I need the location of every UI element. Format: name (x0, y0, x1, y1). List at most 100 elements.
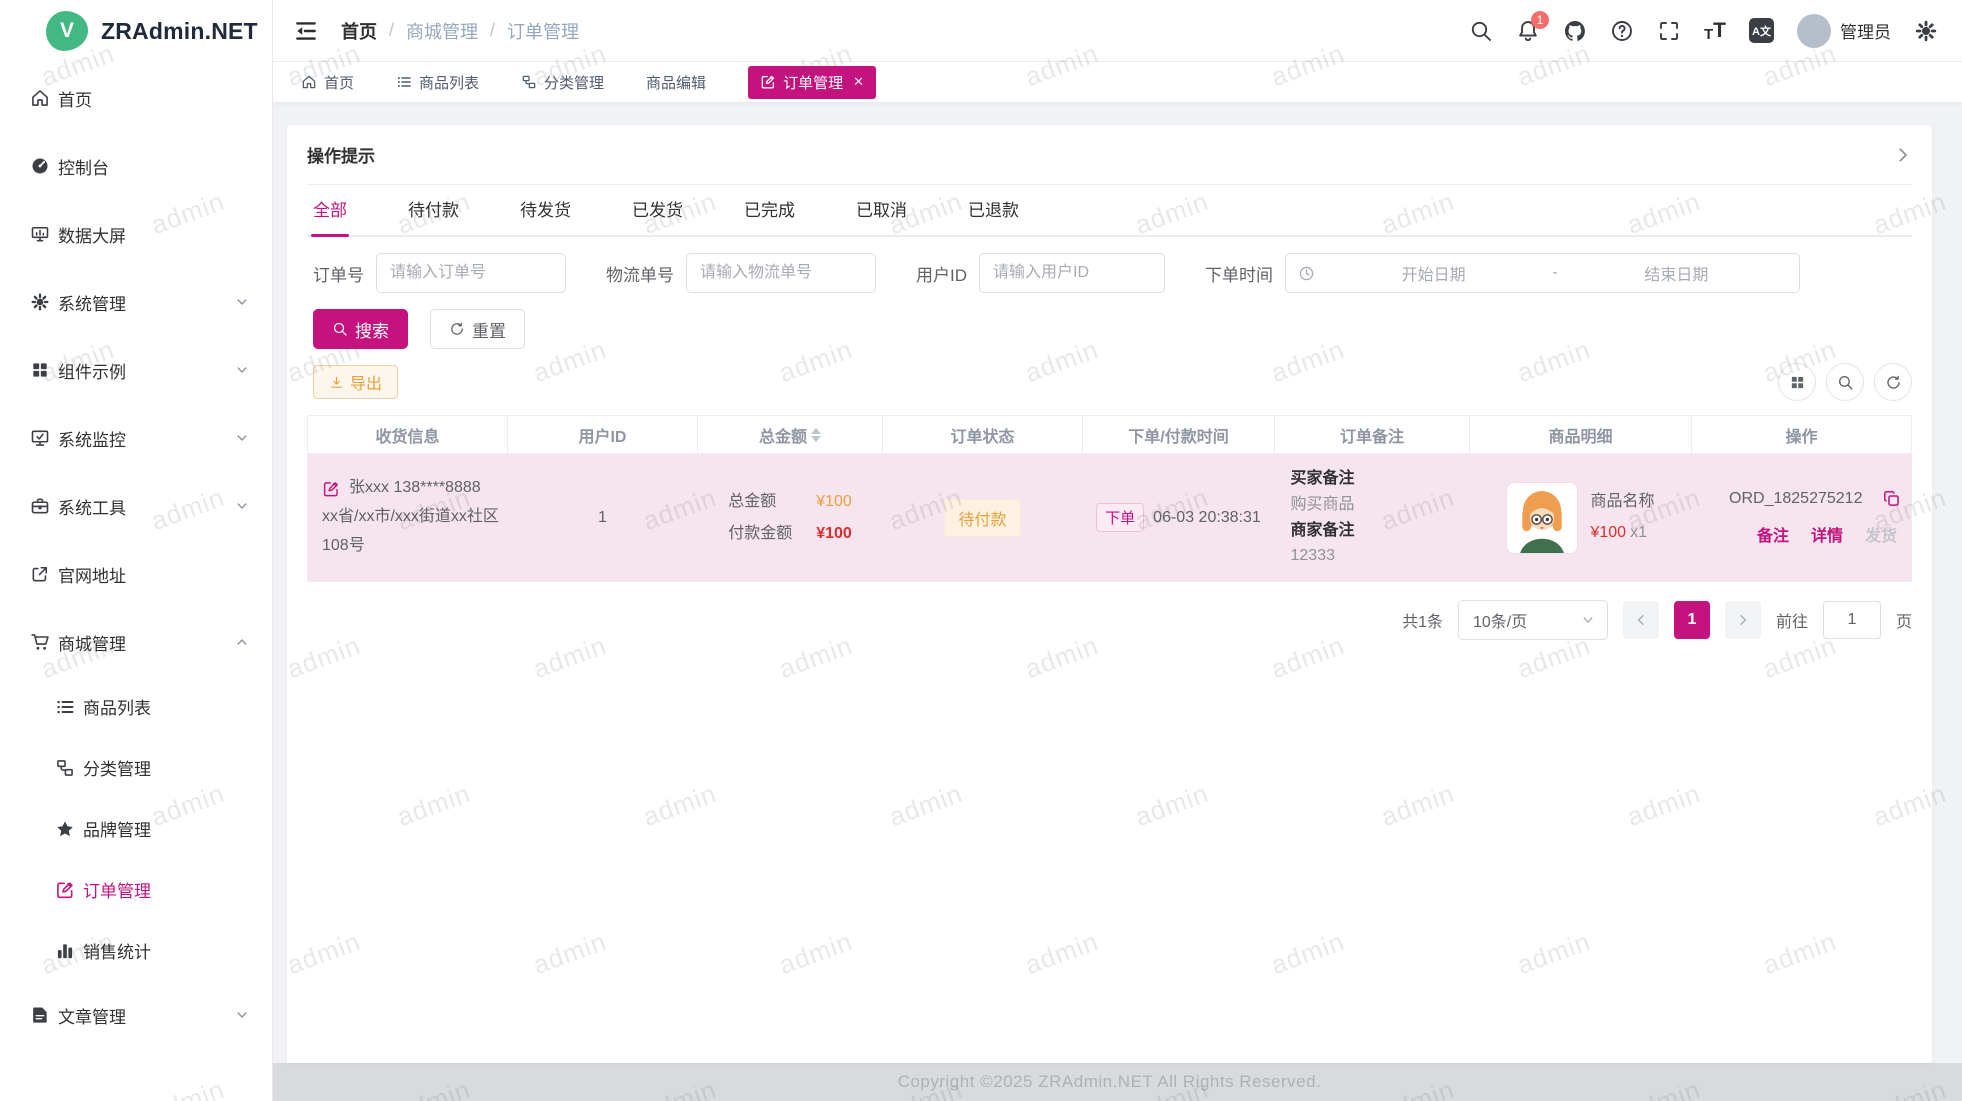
tab-label: 分类管理 (544, 72, 604, 93)
sidebar-item-website[interactable]: 官网地址 (0, 540, 272, 608)
header-amount-label: 总金额 (759, 423, 807, 447)
receiver-edit-icon[interactable] (322, 480, 340, 498)
tips-panel[interactable]: 操作提示 (307, 125, 1912, 185)
sidebar-item-product-list[interactable]: 商品列表 (0, 676, 272, 737)
status-tab-shipped[interactable]: 已发货 (630, 196, 685, 235)
user-id-input[interactable] (979, 253, 1165, 293)
header-user-id: 用户ID (508, 416, 698, 454)
help-icon[interactable] (1610, 19, 1634, 43)
amount-cell: 总金额¥100 付款金额¥100 (728, 486, 852, 550)
sidebar-item-label: 系统工具 (58, 494, 126, 519)
status-tab-all[interactable]: 全部 (311, 196, 349, 235)
detail-action-link[interactable]: 详情 (1811, 522, 1843, 546)
paid-label: 付款金额 (728, 518, 816, 550)
sidebar-item-console[interactable]: 控制台 (0, 132, 272, 200)
close-tab-icon[interactable]: ✕ (853, 74, 864, 90)
product-image[interactable] (1506, 482, 1578, 554)
sidebar-item-order-mgmt[interactable]: 订单管理 (0, 859, 272, 920)
status-badge: 待付款 (944, 499, 1020, 537)
search-button[interactable]: 搜索 (313, 309, 408, 349)
sidebar-item-home[interactable]: 首页 (0, 64, 272, 132)
status-tab-unshipped[interactable]: 待发货 (518, 196, 573, 235)
tab-label: 订单管理 (783, 72, 843, 93)
page-size-select[interactable]: 10条/页 (1458, 600, 1608, 640)
pagination-total: 共1条 (1402, 608, 1443, 632)
sidebar-item-tools[interactable]: 系统工具 (0, 472, 272, 540)
font-size-icon[interactable]: TT (1704, 19, 1726, 43)
chevron-down-icon (232, 431, 252, 445)
chevron-down-icon (232, 295, 252, 309)
app-logo: V ZRAdmin.NET (0, 0, 272, 62)
home-icon (30, 88, 50, 108)
tab-label: 商品编辑 (646, 72, 706, 93)
status-tab-completed[interactable]: 已完成 (742, 196, 797, 235)
chevron-down-icon (232, 1008, 252, 1022)
goto-page-input[interactable] (1823, 601, 1881, 639)
sidebar-item-monitor[interactable]: 系统监控 (0, 404, 272, 472)
table-row[interactable]: 张xxx 138****8888 xx省/xx市/xxx街道xx社区108号 1… (308, 454, 1912, 582)
tab-product-list[interactable]: 商品列表 (396, 72, 479, 93)
tab-home[interactable]: 首页 (301, 72, 354, 93)
breadcrumb-home[interactable]: 首页 (341, 18, 377, 44)
sidebar-item-label: 系统管理 (58, 290, 126, 315)
tab-product-edit[interactable]: 商品编辑 (646, 72, 706, 93)
date-range-picker[interactable]: 开始日期 - 结束日期 (1285, 253, 1800, 293)
sidebar-item-brand-mgmt[interactable]: 品牌管理 (0, 798, 272, 859)
settings-gear-icon[interactable] (1914, 19, 1938, 43)
menu-fold-icon[interactable] (293, 18, 319, 44)
column-settings-button[interactable] (1778, 363, 1816, 401)
prev-page-button[interactable] (1623, 601, 1659, 639)
notifications-button[interactable]: 1 (1516, 19, 1540, 43)
sidebar-item-label: 销售统计 (83, 938, 151, 963)
order-no-input[interactable] (376, 253, 566, 293)
filter-actions: 搜索 重置 (307, 309, 1912, 349)
language-icon[interactable]: A文 (1749, 18, 1774, 43)
tab-category-mgmt[interactable]: 分类管理 (521, 72, 604, 93)
status-tab-refunded[interactable]: 已退款 (966, 196, 1021, 235)
sidebar-item-datascreen[interactable]: 数据大屏 (0, 200, 272, 268)
user-menu[interactable]: 管理员 (1797, 14, 1891, 48)
end-date-placeholder: 结束日期 (1566, 261, 1787, 285)
header-amount[interactable]: 总金额 (698, 416, 883, 454)
sidebar-item-system-mgmt[interactable]: 系统管理 (0, 268, 272, 336)
refresh-icon (1885, 374, 1902, 391)
header-actions: 操作 (1692, 416, 1912, 454)
export-button[interactable]: 导出 (313, 365, 398, 399)
seller-remark-label: 商家备注 (1291, 518, 1470, 544)
reset-button[interactable]: 重置 (430, 309, 525, 349)
remark-action-link[interactable]: 备注 (1757, 522, 1789, 546)
sidebar-item-components[interactable]: 组件示例 (0, 336, 272, 404)
sidebar-item-article-mgmt[interactable]: 文章管理 (0, 981, 272, 1049)
status-tab-unpaid[interactable]: 待付款 (406, 196, 461, 235)
copyright-text: Copyright ©2025 ZRAdmin.NET All Rights R… (287, 1072, 1932, 1092)
sidebar-item-mall-mgmt[interactable]: 商城管理 (0, 608, 272, 676)
breadcrumb-order[interactable]: 订单管理 (507, 18, 579, 44)
search-icon[interactable] (1469, 19, 1493, 43)
grid-icon (1789, 374, 1806, 391)
breadcrumb-mall[interactable]: 商城管理 (406, 18, 478, 44)
table-search-button[interactable] (1826, 363, 1864, 401)
search-icon (332, 321, 348, 337)
remarks-cell: 买家备注 购买商品 商家备注 12333 (1275, 466, 1470, 568)
header-actions: 1 TT A文 管理员 (1469, 14, 1938, 48)
sidebar-item-sales-stats[interactable]: 销售统计 (0, 920, 272, 981)
github-icon[interactable] (1563, 19, 1587, 43)
chevron-right-icon[interactable] (1894, 146, 1912, 164)
tracking-no-input[interactable] (686, 253, 876, 293)
current-page-button[interactable]: 1 (1674, 601, 1710, 639)
table-refresh-button[interactable] (1874, 363, 1912, 401)
next-page-button[interactable] (1725, 601, 1761, 639)
footer: Copyright ©2025 ZRAdmin.NET All Rights R… (273, 1063, 1962, 1101)
chevron-down-icon (232, 363, 252, 377)
copy-icon[interactable] (1882, 489, 1901, 508)
fullscreen-icon[interactable] (1657, 19, 1681, 43)
sort-carets-icon[interactable] (811, 428, 821, 442)
content-area: 操作提示 全部 待付款 待发货 已发货 已完成 已取消 已退款 订单号 物流单号 (273, 103, 1962, 1063)
status-tab-cancelled[interactable]: 已取消 (854, 196, 909, 235)
notification-badge: 1 (1531, 11, 1549, 29)
tips-title: 操作提示 (307, 142, 375, 167)
sidebar-item-category-mgmt[interactable]: 分类管理 (0, 737, 272, 798)
total-value: ¥100 (816, 493, 852, 510)
tab-order-mgmt[interactable]: 订单管理 ✕ (748, 66, 876, 99)
product-qty: x1 (1630, 524, 1647, 541)
